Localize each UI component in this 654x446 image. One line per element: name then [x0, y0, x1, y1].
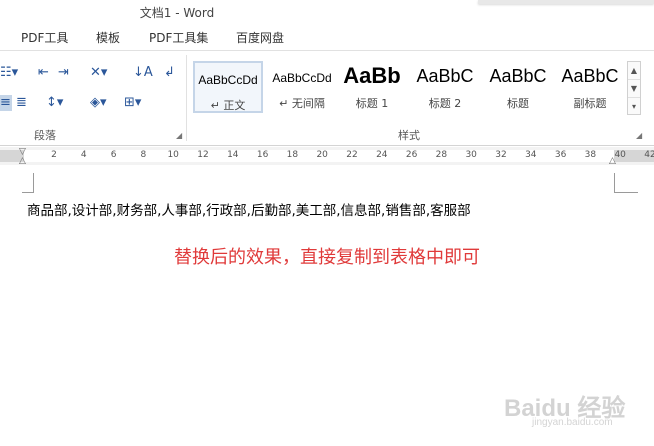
ruler-tick-label: 12: [197, 150, 209, 160]
scroll-up-icon[interactable]: ▲: [628, 62, 640, 80]
ruler-tick-label: 28: [435, 150, 448, 160]
line-spacing-icon[interactable]: ↕▾: [46, 95, 63, 111]
ruler-tick-label: 24: [376, 150, 388, 160]
style-heading-2[interactable]: AaBbC 标题 2: [410, 61, 480, 113]
style-name: ↵ 无间隔: [279, 97, 325, 110]
ruler-tick-label: 14: [227, 150, 239, 160]
ruler-tick-label: 8: [140, 150, 147, 160]
ruler-tick-label: 32: [495, 150, 507, 160]
style-sample: AaBbC: [561, 66, 619, 86]
style-name: ↵ 正文: [210, 99, 246, 112]
ruler-tick-label: 6: [110, 150, 117, 160]
tab-pdf-toolset[interactable]: PDF工具集: [149, 29, 208, 46]
crop-mark-right: [614, 173, 638, 193]
style-sample: AaBb: [343, 63, 401, 88]
ruler-tick-label: 26: [405, 150, 418, 160]
ruler-tick-label: 42: [644, 150, 654, 160]
borders-icon[interactable]: ⊞▾: [124, 95, 141, 111]
ruler-tick-label: 10: [167, 150, 179, 160]
ruler-tick-label: 30: [465, 150, 477, 160]
style-sample: AaBbC: [489, 66, 547, 86]
ruler-tick-label: 40: [614, 150, 626, 160]
style-no-spacing[interactable]: AaBbCcDd ↵ 无间隔: [267, 61, 337, 113]
crop-mark-left: [22, 173, 34, 193]
style-heading-1[interactable]: AaBb 标题 1: [340, 61, 404, 113]
shading-icon[interactable]: ◈▾: [90, 95, 107, 111]
document-text-line[interactable]: 商品部,设计部,财务部,人事部,行政部,后勤部,美工部,信息部,销售部,客服部: [27, 199, 471, 219]
style-name: 副标题: [573, 97, 607, 110]
style-subtitle[interactable]: AaBbC 副标题: [555, 61, 625, 113]
ruler-tick-label: 36: [554, 150, 567, 160]
annotation-caption: 替换后的效果，直接复制到表格中即可: [174, 247, 480, 268]
baidu-watermark: Baidu 经验 jingyan.baidu.com: [504, 384, 654, 434]
ruler-tick-label: 34: [525, 150, 537, 160]
ruler-tick-label: 16: [256, 150, 269, 160]
title-bar-accent: [478, 0, 654, 4]
paragraph-group-label: 段落: [34, 129, 56, 142]
distributed-icon[interactable]: ≣: [16, 95, 27, 111]
styles-group-label: 样式: [398, 129, 420, 142]
multilevel-list-icon[interactable]: ☷▾: [0, 65, 18, 81]
ruler-tick-label: 18: [286, 150, 299, 160]
style-name: 标题 1: [355, 97, 389, 110]
watermark-subtext: jingyan.baidu.com: [532, 417, 613, 428]
ribbon: ☷▾ ⇤ ⇥ ✕▾ ↓A ↲ ≡ ≣ ↕▾ ◈▾ ⊞▾ 段落 ◢ AaBbCcD…: [0, 50, 654, 146]
chinese-layout-icon[interactable]: ✕▾: [90, 65, 107, 81]
tab-pdf-tools[interactable]: PDF工具: [21, 29, 68, 46]
title-bar: 文档1 - Word: [0, 0, 654, 22]
horizontal-ruler[interactable]: ▽ △ △ 2 4 6 8 10 12 14 16 18 20 22 24 26 28 30 32 34 36 38…: [0, 147, 654, 166]
show-marks-icon[interactable]: ↲: [164, 65, 175, 81]
style-gallery-scroll[interactable]: ▲ ▼ ▾: [627, 61, 641, 115]
increase-indent-icon[interactable]: ⇥: [58, 65, 69, 81]
style-title[interactable]: AaBbC 标题: [483, 61, 553, 113]
decrease-indent-icon[interactable]: ⇤: [38, 65, 49, 81]
style-name: 标题: [507, 97, 529, 110]
window-title: 文档1 - Word: [139, 6, 215, 20]
ruler-tick-label: 20: [316, 150, 328, 160]
ruler-tick-label: 22: [346, 150, 358, 160]
menu-tabs: PDF工具 模板 PDF工具集 百度网盘: [0, 22, 654, 50]
gallery-more-icon[interactable]: ▾: [628, 98, 640, 116]
ruler-tick-label: 2: [51, 150, 57, 160]
style-sample: AaBbCcDd: [272, 71, 332, 85]
style-sample: AaBbC: [416, 66, 474, 86]
justify-icon[interactable]: ≡: [0, 95, 12, 111]
ruler-tick-label: 4: [80, 150, 87, 160]
style-sample: AaBbCcDd: [198, 73, 258, 87]
scroll-down-icon[interactable]: ▼: [628, 80, 640, 98]
ruler-tick-label: 38: [584, 150, 597, 160]
paragraph-dialog-launcher-icon[interactable]: ◢: [176, 131, 182, 140]
group-divider: [186, 55, 187, 141]
style-name: 标题 2: [428, 97, 462, 110]
styles-dialog-launcher-icon[interactable]: ◢: [636, 131, 642, 140]
sort-icon[interactable]: ↓A: [133, 65, 153, 81]
tab-templates[interactable]: 模板: [96, 29, 120, 46]
tab-baidu-netdisk[interactable]: 百度网盘: [236, 29, 284, 46]
style-normal[interactable]: AaBbCcDd ↵ 正文: [193, 61, 263, 113]
